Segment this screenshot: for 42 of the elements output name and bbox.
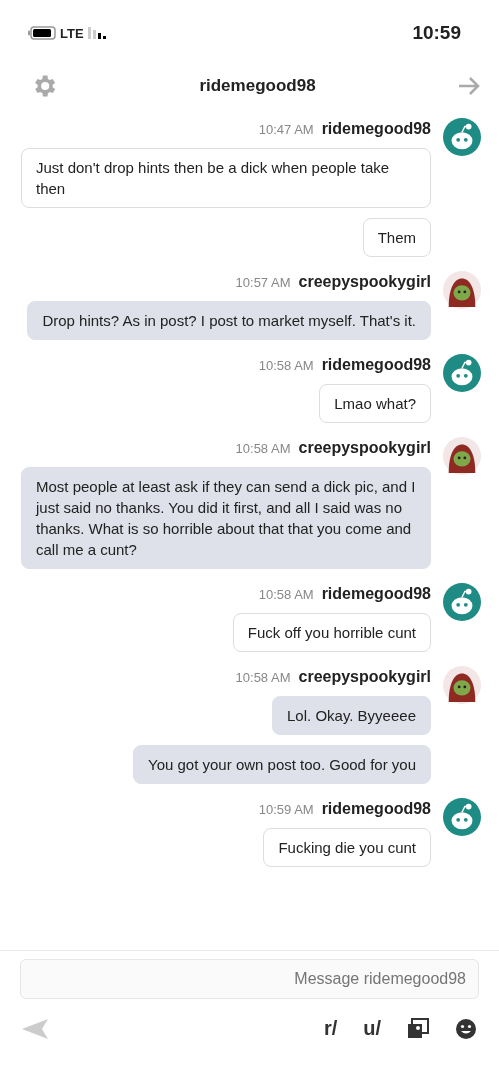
message-time: 10:58 AM <box>258 358 314 373</box>
message-bubble: Just don't drop hints then be a dick when people take then <box>21 148 431 208</box>
message-bubble: Drop hints? As in post? I post to market myself. That's it. <box>27 301 431 340</box>
message-bubble: Lmao what? <box>319 384 431 423</box>
send-icon[interactable] <box>22 1018 48 1039</box>
message-time: 10:47 AM <box>258 122 314 137</box>
subreddit-button[interactable]: r/ <box>323 1017 338 1040</box>
network-label: LTE <box>60 25 84 41</box>
author-name: creepyspookygirl <box>298 273 431 291</box>
message-time: 10:58 AM <box>235 670 291 685</box>
robot-avatar-icon <box>443 583 481 621</box>
image-icon[interactable] <box>407 1017 429 1040</box>
robot-avatar-icon <box>443 798 481 836</box>
back-arrow-icon[interactable] <box>457 76 481 96</box>
message-field[interactable]: Message ridemegood98 <box>20 959 479 999</box>
status-time: 10:59 <box>412 22 461 44</box>
message-time: 10:59 AM <box>258 802 314 817</box>
message-bubble: Them <box>362 218 431 257</box>
message-time: 10:58 AM <box>235 441 291 456</box>
message-bubble: Lol. Okay. Byyeeee <box>272 696 431 735</box>
author-name: ridemegood98 <box>321 120 431 138</box>
hooded-avatar-icon <box>443 271 481 309</box>
robot-avatar-icon <box>443 118 481 156</box>
user-button[interactable]: u/ <box>363 1017 381 1040</box>
author-name: ridemegood98 <box>321 356 431 374</box>
message-bubble: Most people at least ask if they can send a dick pic, and I just said no thanks. You did it first, and all I said was no thanks. What is so horrible about that that you come and call me a cunt? <box>21 467 431 569</box>
author-name: creepyspookygirl <box>298 668 431 686</box>
author-name: ridemegood98 <box>321 585 431 603</box>
hooded-avatar-icon <box>443 437 481 475</box>
robot-avatar-icon <box>443 354 481 392</box>
author-name: creepyspookygirl <box>298 439 431 457</box>
chat-title: ridemegood98 <box>199 76 316 96</box>
signal-icon <box>87 27 106 39</box>
message-bubble: Fucking die you cunt <box>263 828 431 867</box>
author-name: ridemegood98 <box>321 800 431 818</box>
message-time: 10:57 AM <box>235 275 291 290</box>
emoji-icon[interactable] <box>455 1017 477 1040</box>
message-bubble: You got your own post too. Good for you <box>133 745 431 784</box>
message-time: 10:58 AM <box>258 587 314 602</box>
message-bubble: Fuck off you horrible cunt <box>232 613 431 652</box>
battery-icon <box>28 26 56 40</box>
hooded-avatar-icon <box>443 666 481 704</box>
